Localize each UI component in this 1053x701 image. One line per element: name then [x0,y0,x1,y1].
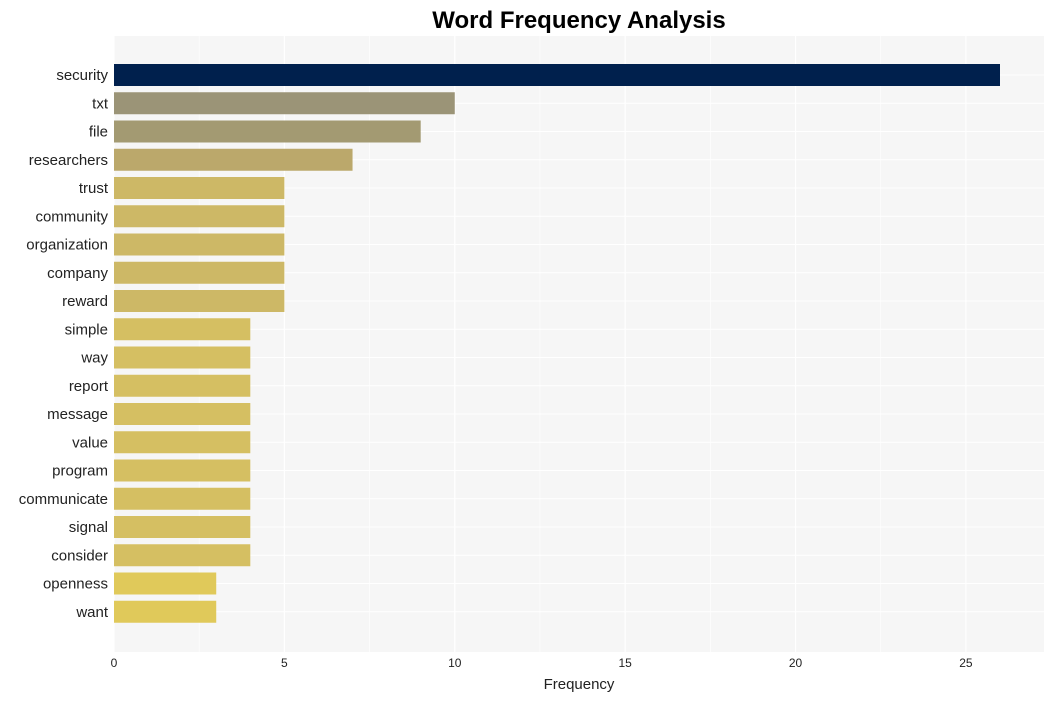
bar-communicate [114,487,251,510]
bar-file [114,120,421,143]
bar-security [114,64,1000,86]
y-tick-label: simple [65,321,108,338]
x-tick-label: 25 [959,656,973,670]
y-tick-label: community [35,208,108,225]
bar-want [114,600,217,623]
y-tick-label: want [75,604,109,621]
bar-value [114,431,251,454]
chart-title: Word Frequency Analysis [432,7,725,34]
y-tick-label: communicate [19,491,108,508]
y-tick-label: researchers [29,152,108,169]
y-tick-label: reward [62,293,108,310]
x-tick-label: 5 [281,656,288,670]
y-tick-label: openness [43,576,108,593]
x-tick-label: 10 [448,656,462,670]
y-tick-label: value [72,434,108,451]
y-tick-label: company [47,265,108,282]
y-tick-label: file [89,124,108,141]
bar-organization [114,233,285,256]
bar-reward [114,290,285,312]
y-tick-label: program [52,463,108,480]
y-tick-label: trust [79,180,109,197]
y-axis-tick-labels: security txt file researchers trust community… [19,67,109,621]
bar-way [114,346,251,369]
bar-consider [114,544,251,567]
bar-simple [114,318,251,341]
x-axis-tick-labels: 0 5 10 15 20 25 [111,656,973,670]
x-tick-label: 0 [111,656,118,670]
x-tick-label: 15 [618,656,632,670]
y-tick-label: way [80,350,108,367]
y-tick-label: security [56,67,108,84]
bar-community [114,205,285,228]
y-tick-label: consider [51,547,108,564]
y-tick-label: txt [92,95,109,112]
y-tick-label: message [47,406,108,423]
y-tick-label: signal [69,519,108,536]
bar-program [114,459,251,482]
bar-txt [114,92,455,115]
x-tick-label: 20 [789,656,803,670]
bar-company [114,261,285,284]
y-tick-label: organization [26,237,108,254]
y-tick-label: report [69,378,109,395]
x-axis-label: Frequency [544,676,615,693]
bar-signal [114,516,251,538]
bar-chart: Word Frequency Analysis security txt file r… [19,7,1044,693]
bar-report [114,374,251,397]
bar-openness [114,572,217,595]
bar-message [114,403,251,425]
bar-researchers [114,148,353,171]
bar-trust [114,177,285,199]
